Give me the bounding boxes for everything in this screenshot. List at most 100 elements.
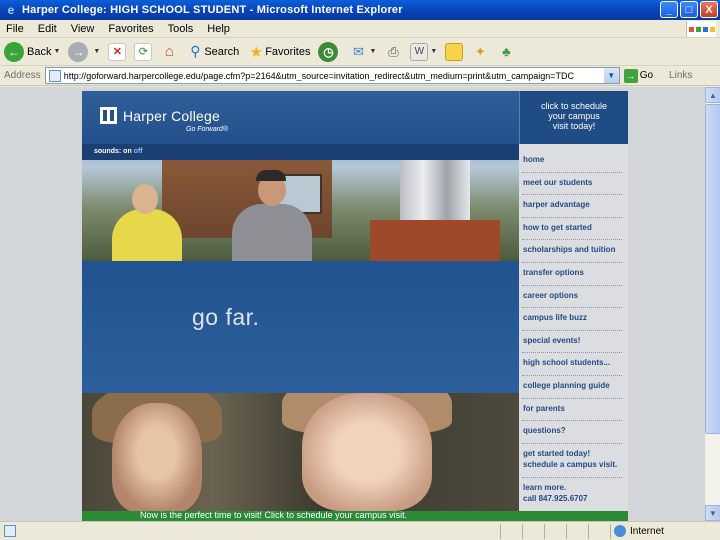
- harper-logo[interactable]: Harper College: [100, 107, 220, 124]
- nav-questions[interactable]: questions?: [519, 425, 628, 448]
- close-button[interactable]: X: [700, 1, 718, 18]
- title-bar: e Harper College: HIGH SCHOOL STUDENT - …: [0, 0, 720, 20]
- home-button[interactable]: ⌂: [160, 43, 178, 61]
- nav-transfer-options[interactable]: transfer options: [519, 267, 628, 290]
- nav-learn-more-phone: call 847.925.6707: [523, 493, 588, 503]
- nav-for-parents[interactable]: for parents: [519, 403, 628, 426]
- nav-campus-life-buzz[interactable]: campus life buzz: [519, 312, 628, 335]
- back-label: Back: [27, 45, 52, 58]
- edit-dropdown-icon[interactable]: ▼: [430, 48, 437, 55]
- menu-edit[interactable]: Edit: [38, 23, 57, 35]
- ie-app-icon: e: [7, 3, 15, 17]
- forward-dropdown-icon[interactable]: ▼: [93, 48, 100, 55]
- back-button[interactable]: ← Back ▼: [4, 41, 60, 62]
- stop-button[interactable]: ✕: [108, 42, 127, 61]
- research-button[interactable]: ✦: [471, 43, 489, 61]
- mail-icon: ✉: [353, 43, 364, 59]
- notes-button[interactable]: [445, 42, 464, 61]
- refresh-button[interactable]: ⟳: [134, 42, 153, 61]
- menu-favorites[interactable]: Favorites: [108, 23, 153, 35]
- visit-banner[interactable]: Now is the perfect time to visit! Click …: [82, 511, 628, 521]
- address-bar: Address http://goforward.harpercollege.e…: [0, 66, 720, 86]
- zone-label: Internet: [630, 525, 664, 537]
- nav-harper-advantage[interactable]: harper advantage: [519, 199, 628, 222]
- photo-student-1: [112, 209, 182, 261]
- menu-bar: File Edit View Favorites Tools Help: [0, 20, 720, 38]
- photo-pedestal: [370, 220, 500, 261]
- schedule-visit-cta[interactable]: click to schedule your campus visit toda…: [519, 91, 628, 144]
- favorites-star-icon: ★: [249, 43, 263, 61]
- edit-button[interactable]: W ▼: [410, 42, 437, 61]
- students-closeup-photo: [82, 393, 519, 511]
- photo-student-2-cap: [256, 170, 286, 181]
- security-zone: Internet: [614, 525, 664, 537]
- scroll-thumb[interactable]: [705, 104, 720, 434]
- address-dropdown-icon[interactable]: ▼: [603, 68, 619, 83]
- campus-students-photo: [82, 144, 519, 261]
- search-button[interactable]: ⚲ Search: [186, 43, 239, 61]
- back-dropdown-icon[interactable]: ▼: [53, 48, 60, 55]
- refresh-icon: ⟳: [134, 42, 153, 61]
- status-divider: [588, 524, 589, 539]
- nav-scholarships-tuition[interactable]: scholarships and tuition: [519, 244, 628, 267]
- history-button[interactable]: ◷: [318, 41, 341, 62]
- nav-special-events[interactable]: special events!: [519, 335, 628, 358]
- sound-toggle[interactable]: sounds: on off: [94, 148, 143, 155]
- hero-band: go far.: [82, 261, 519, 393]
- status-divider: [566, 524, 567, 539]
- print-button[interactable]: ⎙: [384, 43, 402, 61]
- photo-face-2: [302, 393, 432, 511]
- page-icon: [48, 69, 61, 82]
- cta-line-3: visit today!: [552, 121, 596, 131]
- window-controls: _ □ X: [660, 1, 718, 18]
- stop-icon: ✕: [108, 42, 127, 61]
- nav-learn-more-line-1: learn more.: [523, 482, 567, 492]
- nav-college-planning-guide[interactable]: college planning guide: [519, 380, 628, 403]
- status-divider: [522, 524, 523, 539]
- mail-dropdown-icon[interactable]: ▼: [369, 48, 376, 55]
- messenger-button[interactable]: ♣: [497, 43, 515, 61]
- scroll-down-icon[interactable]: ▼: [705, 505, 720, 521]
- vertical-scrollbar[interactable]: ▲ ▼: [704, 87, 720, 521]
- nav-get-started[interactable]: get started today! schedule a campus vis…: [519, 448, 628, 482]
- nav-career-options[interactable]: career options: [519, 290, 628, 313]
- address-input[interactable]: http://goforward.harpercollege.edu/page.…: [44, 67, 620, 84]
- nav-meet-our-students[interactable]: meet our students: [519, 177, 628, 200]
- mail-button[interactable]: ✉ ▼: [349, 43, 376, 61]
- status-divider: [544, 524, 545, 539]
- nav-get-started-line-2: schedule a campus visit.: [523, 459, 618, 469]
- go-button[interactable]: → Go: [623, 68, 653, 83]
- edit-page-icon: W: [410, 42, 429, 61]
- hero-text: go far.: [192, 304, 260, 330]
- address-label: Address: [4, 70, 41, 81]
- photo-student-2: [232, 204, 312, 261]
- brand-tagline: Go Forward®: [186, 126, 229, 133]
- nav-how-to-get-started[interactable]: how to get started: [519, 222, 628, 245]
- sound-off-link[interactable]: off: [134, 148, 143, 155]
- menu-tools[interactable]: Tools: [168, 23, 194, 35]
- scroll-up-icon[interactable]: ▲: [705, 87, 720, 103]
- sound-on-label: sounds: on: [94, 148, 132, 155]
- maximize-button[interactable]: □: [680, 1, 698, 18]
- nav-home[interactable]: home: [519, 154, 628, 177]
- menu-help[interactable]: Help: [207, 23, 230, 35]
- brand-name: Harper College: [123, 107, 220, 124]
- forward-button[interactable]: → ▼: [68, 41, 100, 62]
- notes-icon: [445, 42, 464, 61]
- favorites-label: Favorites: [265, 45, 311, 58]
- search-icon: ⚲: [190, 43, 201, 59]
- menu-file[interactable]: File: [6, 23, 24, 35]
- sound-toggle-bar[interactable]: sounds: on off: [82, 144, 519, 160]
- menu-view[interactable]: View: [71, 23, 95, 35]
- address-url[interactable]: http://goforward.harpercollege.edu/page.…: [64, 71, 604, 81]
- nav-high-school-students[interactable]: high school students...: [519, 357, 628, 380]
- favorites-button[interactable]: ★ Favorites: [247, 43, 310, 61]
- links-toolbar[interactable]: Links: [669, 70, 692, 81]
- messenger-icon: ♣: [502, 44, 511, 59]
- window-title: Harper College: HIGH SCHOOL STUDENT - Mi…: [22, 4, 403, 16]
- print-icon: ⎙: [388, 43, 399, 59]
- site-header: Harper College Go Forward®: [82, 91, 519, 144]
- visit-banner-text: Now is the perfect time to visit! Click …: [140, 511, 408, 520]
- minimize-button[interactable]: _: [660, 1, 678, 18]
- standard-toolbar: ← Back ▼ → ▼ ✕ ⟳ ⌂ ⚲ Search ★ Favorites …: [0, 38, 720, 66]
